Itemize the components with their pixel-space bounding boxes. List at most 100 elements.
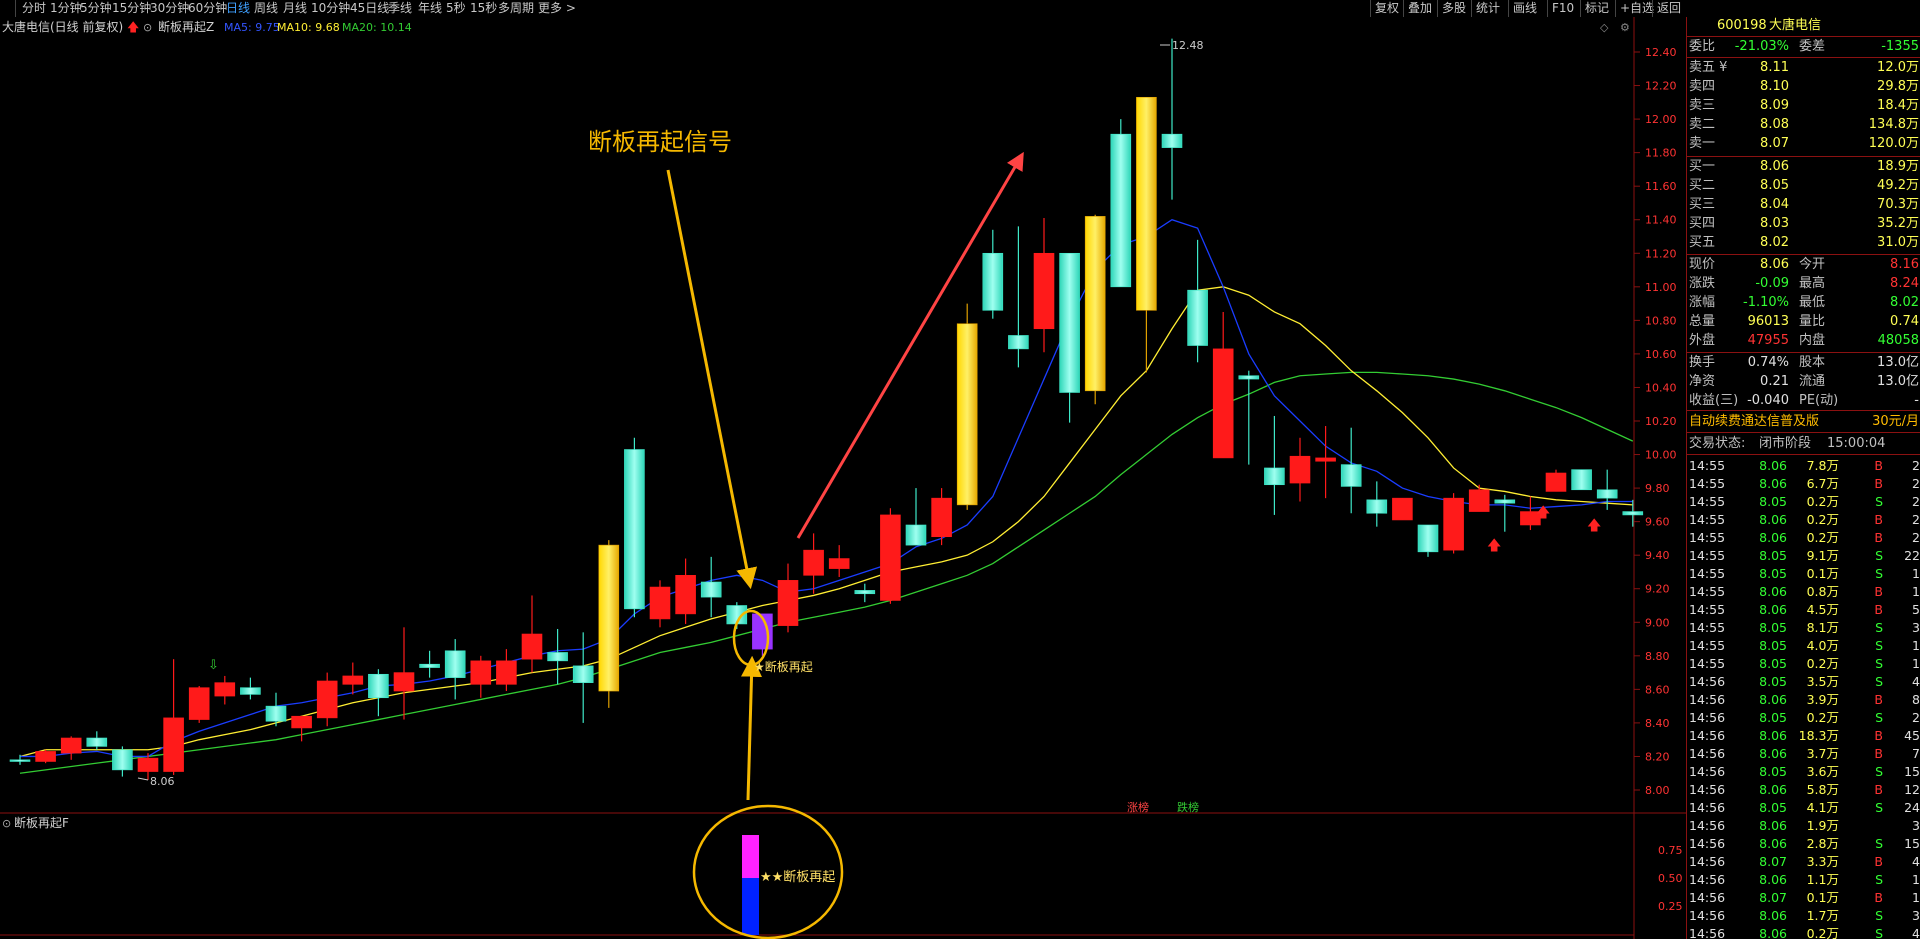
diamond-icon[interactable]: ◇ (1600, 21, 1609, 34)
divider (1687, 432, 1920, 433)
tick-row: 14:55 8.06 0.2万 B 2 (1687, 511, 1920, 529)
candle-body (342, 675, 364, 685)
tick-cell: 3.3万 (1806, 854, 1839, 869)
candle-body (624, 449, 645, 610)
cell: 外盘 (1689, 333, 1716, 348)
cell: 股本 (1799, 355, 1826, 370)
candle-body (1238, 375, 1260, 380)
cell: 买二 (1689, 178, 1716, 193)
tick-cell: S (1875, 710, 1883, 725)
cell: 18.9万 (1877, 159, 1919, 174)
cell: 买四 (1689, 216, 1716, 231)
divider (1687, 36, 1920, 37)
price-tick: 10.20 (1645, 415, 1677, 428)
tick-cell: 2 (1912, 710, 1920, 725)
fund-row: 净资 0.21 流通 13.0亿 (1687, 373, 1920, 391)
tick-cell: 0.2万 (1806, 512, 1839, 527)
badge-down[interactable]: 跌榜 (1177, 800, 1199, 814)
candle-body (1008, 335, 1029, 350)
cell: 120.0万 (1868, 136, 1919, 151)
candle-body (700, 581, 722, 598)
cell: 96013 (1747, 314, 1789, 329)
tick-row: 14:56 8.05 4.1万 S 24 (1687, 799, 1920, 817)
buy-level: 买五 8.02 31.0万 (1687, 234, 1920, 252)
tick-cell: 8.05 (1759, 800, 1787, 815)
tick-row: 14:56 8.06 2.8万 S 15 (1687, 835, 1920, 853)
tick-cell: B (1874, 458, 1883, 473)
cell: 0.74% (1747, 355, 1789, 370)
tick-cell: 14:56 (1689, 890, 1726, 905)
tick-cell: 9.1万 (1806, 548, 1839, 563)
divider (1687, 156, 1920, 157)
tick-cell: 14:55 (1689, 494, 1726, 509)
cell: 30元/月 (1872, 414, 1919, 429)
sub-tick: 0.75 (1658, 844, 1683, 857)
cell: 0.74 (1890, 314, 1919, 329)
tick-cell: B (1874, 602, 1883, 617)
tick-cell: S (1875, 926, 1883, 939)
cell: 0.21 (1760, 374, 1789, 389)
sub-axis: 0.75 0.50 0.25 (1658, 844, 1683, 913)
tick-cell: 8.05 (1759, 494, 1787, 509)
buy-level: 买二 8.05 49.2万 (1687, 177, 1920, 195)
price-tick: 9.40 (1645, 549, 1670, 562)
kline-chart[interactable]: 大唐电信(日线 前复权) 🡅 ⊙ 断板再起Z MA5: 9.75 MA10: 9… (0, 0, 1686, 939)
candle-body (188, 687, 210, 720)
tick-cell: 8.05 (1759, 710, 1787, 725)
sub-panel-gear-icon[interactable]: ⊙ (2, 817, 11, 830)
price-tick: 9.60 (1645, 516, 1670, 529)
tick-row: 14:56 8.07 0.1万 B 1 (1687, 889, 1920, 907)
tick-cell: 1 (1912, 872, 1920, 887)
buy-level: 买三 8.04 70.3万 (1687, 196, 1920, 214)
tick-row: 14:55 8.06 7.8万 B 2 (1687, 457, 1920, 475)
tick-cell: 14:55 (1689, 476, 1726, 491)
cell: 最低 (1799, 295, 1826, 310)
tick-cell: 14:55 (1689, 458, 1726, 473)
candle-body (1417, 524, 1439, 553)
candle-body (803, 549, 824, 576)
cell: 净资 (1689, 374, 1716, 389)
indicator-name[interactable]: 断板再起Z (158, 19, 214, 34)
tick-cell: B (1874, 584, 1883, 599)
buy-level: 买一 8.06 18.9万 (1687, 158, 1920, 176)
sub-bar-blue (742, 878, 759, 935)
price-tick: 12.40 (1645, 46, 1677, 59)
tick-cell: 0.1万 (1806, 566, 1839, 581)
tick-row: 14:56 8.06 1.1万 S 1 (1687, 871, 1920, 889)
tick-cell: 45 (1904, 728, 1920, 743)
cell: 卖三 (1689, 98, 1716, 113)
tick-cell: 4.5万 (1806, 602, 1839, 617)
tick-cell: B (1874, 746, 1883, 761)
cell: 13.0亿 (1877, 355, 1919, 370)
indicator-gear-icon[interactable]: ⊙ (143, 21, 152, 34)
gear-icon[interactable]: ⚙ (1620, 21, 1630, 34)
candle-body (240, 687, 261, 695)
tick-cell: 8 (1912, 692, 1920, 707)
cell: -0.09 (1755, 276, 1789, 291)
tick-cell: 14:56 (1689, 800, 1726, 815)
tick-row: 14:56 8.06 0.2万 S 4 (1687, 925, 1920, 939)
cell: 卖二 (1689, 117, 1716, 132)
promo-row: 自动续费通达信普及版 30元/月 (1687, 413, 1920, 431)
tick-cell: S (1875, 836, 1883, 851)
weibi-row: 委比 -21.03% 委差 -1355 (1687, 38, 1920, 56)
buy-arrow-icon: ⇩ (208, 658, 219, 673)
tick-row: 14:55 8.06 6.7万 B 2 (1687, 475, 1920, 493)
price-tick: 11.00 (1645, 281, 1677, 294)
ma5-label: MA5: 9.75 (224, 21, 280, 34)
quote-row: 外盘 47955 内盘 48058 (1687, 332, 1920, 350)
tick-cell: 14:56 (1689, 908, 1726, 923)
cell: 总量 (1689, 314, 1716, 329)
tick-cell: 8.05 (1759, 548, 1787, 563)
tick-cell: 8.06 (1759, 782, 1787, 797)
tick-cell: 14:56 (1689, 836, 1726, 851)
cell: 49.2万 (1877, 178, 1919, 193)
tick-cell: 14:55 (1689, 548, 1726, 563)
cell: 收益(三) (1689, 393, 1739, 408)
cell: 47955 (1747, 333, 1789, 348)
tick-row: 14:55 8.05 4.0万 S 1 (1687, 637, 1920, 655)
up-arrow-marker-icon: 🡅 (1487, 538, 1501, 554)
badge-up[interactable]: 涨榜 (1127, 800, 1149, 814)
tick-cell: 14:56 (1689, 728, 1726, 743)
tick-cell: B (1874, 476, 1883, 491)
